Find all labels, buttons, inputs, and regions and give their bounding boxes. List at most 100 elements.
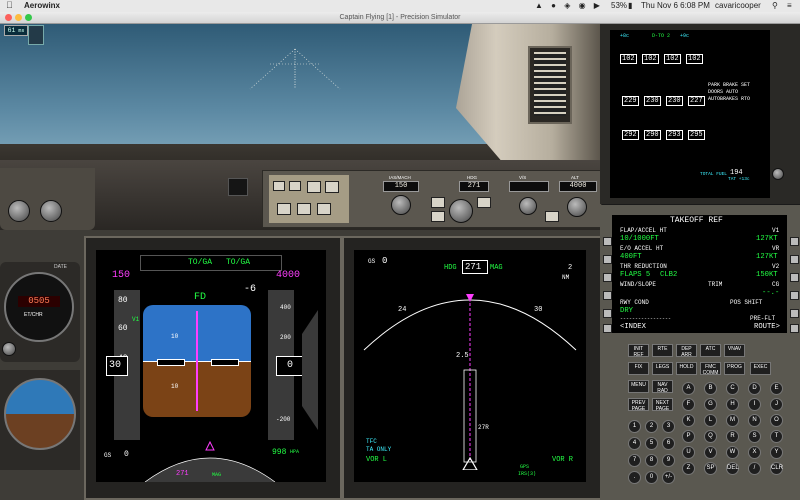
- app-button[interactable]: [431, 211, 445, 222]
- alpha-key-n[interactable]: N: [748, 414, 761, 427]
- alpha-key-del[interactable]: DEL: [726, 462, 739, 475]
- alpha-key-f[interactable]: F: [682, 398, 695, 411]
- close-window-button[interactable]: [5, 14, 12, 21]
- alpha-key-m[interactable]: M: [726, 414, 739, 427]
- alpha-key-v[interactable]: V: [704, 446, 717, 459]
- alpha-key-i[interactable]: I: [748, 398, 761, 411]
- menubar-clock[interactable]: Thu Nov 6 6:08 PM: [641, 1, 710, 10]
- prev-page-key[interactable]: PREV PAGE: [628, 398, 649, 412]
- apple-icon[interactable]: : [6, 0, 13, 10]
- alpha-key-w[interactable]: W: [726, 446, 739, 459]
- lsk-6r[interactable]: [790, 324, 799, 333]
- alpha-key-y[interactable]: Y: [770, 446, 783, 459]
- master-warning-button[interactable]: [228, 178, 248, 196]
- menu-key[interactable]: MENU: [628, 380, 649, 393]
- thr-button[interactable]: [307, 181, 321, 193]
- alt-hold-button[interactable]: [545, 211, 559, 222]
- alpha-key-h[interactable]: H: [726, 398, 739, 411]
- menubar-user[interactable]: cavaricooper: [715, 1, 761, 10]
- cdu-r6-route[interactable]: ROUTE>: [754, 323, 780, 331]
- lsk-4l[interactable]: [603, 291, 612, 300]
- num-key-6[interactable]: 6: [662, 437, 675, 450]
- lsk-3r[interactable]: [790, 273, 799, 282]
- alpha-key-e[interactable]: E: [770, 382, 783, 395]
- alpha-key-sp[interactable]: SP: [704, 462, 717, 475]
- alpha-key-s[interactable]: S: [748, 430, 761, 443]
- prog-key[interactable]: PROG: [724, 362, 745, 375]
- minimize-window-button[interactable]: [15, 14, 22, 21]
- legs-key[interactable]: LEGS: [652, 362, 673, 375]
- num-key-plusminus[interactable]: +/-: [662, 471, 675, 484]
- fix-key[interactable]: FIX: [628, 362, 649, 375]
- rte-key[interactable]: RTE: [652, 344, 673, 357]
- atc-key[interactable]: ATC: [700, 344, 721, 357]
- eicas-brightness-knob[interactable]: [772, 168, 784, 180]
- lsk-4r[interactable]: [790, 291, 799, 300]
- lsk-6l[interactable]: [603, 324, 612, 333]
- nav-rad-key[interactable]: NAV RAD: [652, 380, 673, 394]
- zoom-window-button[interactable]: [25, 14, 32, 21]
- lsk-2r[interactable]: [790, 255, 799, 264]
- heading-knob[interactable]: [449, 199, 473, 223]
- num-key-dot[interactable]: .: [628, 471, 641, 484]
- num-key-1[interactable]: 1: [628, 420, 641, 433]
- alpha-key-t[interactable]: T: [770, 430, 783, 443]
- search-icon[interactable]: ⚲: [772, 1, 778, 10]
- init-ref-key[interactable]: INIT REF: [628, 344, 649, 358]
- flch-button[interactable]: [317, 203, 331, 215]
- spd-button[interactable]: [325, 181, 339, 193]
- vs-wheel[interactable]: [519, 197, 537, 215]
- num-key-8[interactable]: 8: [645, 454, 658, 467]
- alpha-key-k[interactable]: K: [682, 414, 695, 427]
- alpha-key-u[interactable]: U: [682, 446, 695, 459]
- alpha-key-c[interactable]: C: [726, 382, 739, 395]
- speed-knob[interactable]: [391, 195, 411, 215]
- app-menu-name[interactable]: Aerowinx: [24, 1, 60, 10]
- loc-button[interactable]: [431, 197, 445, 208]
- num-key-2[interactable]: 2: [645, 420, 658, 433]
- lsk-2l[interactable]: [603, 255, 612, 264]
- view-toggle-icon[interactable]: [28, 25, 44, 45]
- alpha-key-clr[interactable]: CLR: [770, 462, 783, 475]
- cdu-l6-index[interactable]: <INDEX: [620, 323, 646, 331]
- fmc-comm-key[interactable]: FMC COMM: [700, 362, 721, 376]
- minimums-knob[interactable]: [8, 200, 30, 222]
- hdg-hold-button[interactable]: [477, 197, 491, 208]
- num-key-4[interactable]: 4: [628, 437, 641, 450]
- next-page-key[interactable]: NEXT PAGE: [652, 398, 673, 412]
- lnav-button[interactable]: [277, 203, 291, 215]
- alpha-key-o[interactable]: O: [770, 414, 783, 427]
- alpha-key-a[interactable]: A: [682, 382, 695, 395]
- alpha-key-j[interactable]: J: [770, 398, 783, 411]
- alpha-key-z[interactable]: Z: [682, 462, 695, 475]
- alpha-key-l[interactable]: L: [704, 414, 717, 427]
- lsk-1r[interactable]: [790, 237, 799, 246]
- num-key-3[interactable]: 3: [662, 420, 675, 433]
- alpha-key-d[interactable]: D: [748, 382, 761, 395]
- dep-arr-key[interactable]: DEP ARR: [676, 344, 697, 358]
- baro-knob[interactable]: [40, 200, 62, 222]
- clock-chr-button[interactable]: [2, 342, 16, 356]
- at-arm-switch[interactable]: [289, 181, 301, 191]
- altitude-knob[interactable]: [567, 197, 587, 217]
- lsk-1l[interactable]: [603, 237, 612, 246]
- lsk-5r[interactable]: [790, 309, 799, 318]
- vnav-key[interactable]: VNAV: [724, 344, 745, 357]
- lsk-5l[interactable]: [603, 309, 612, 318]
- fd-switch[interactable]: [273, 181, 285, 191]
- alpha-key-g[interactable]: G: [704, 398, 717, 411]
- alpha-key-p[interactable]: P: [682, 430, 695, 443]
- alpha-key-x[interactable]: X: [748, 446, 761, 459]
- num-key-7[interactable]: 7: [628, 454, 641, 467]
- hold-key[interactable]: HOLD: [676, 362, 697, 375]
- alpha-key-slash[interactable]: /: [748, 462, 761, 475]
- list-icon[interactable]: ≡: [787, 1, 792, 10]
- alpha-key-r[interactable]: R: [726, 430, 739, 443]
- lsk-3l[interactable]: [603, 273, 612, 282]
- battery-percent[interactable]: 53%: [611, 1, 627, 10]
- vnav-button[interactable]: [297, 203, 311, 215]
- alpha-key-q[interactable]: Q: [704, 430, 717, 443]
- num-key-9[interactable]: 9: [662, 454, 675, 467]
- exec-key[interactable]: EXEC: [750, 362, 771, 375]
- alpha-key-b[interactable]: B: [704, 382, 717, 395]
